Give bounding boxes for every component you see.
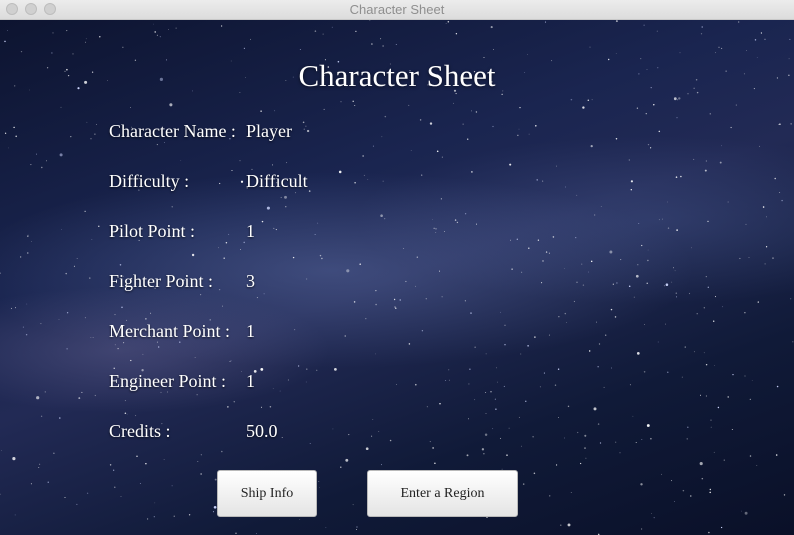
page-title: Character Sheet xyxy=(298,58,496,93)
character-name-value: Player xyxy=(246,121,292,141)
credits-label: Credits : xyxy=(109,421,171,441)
enter-region-button[interactable]: Enter a Region xyxy=(367,470,518,517)
fighter-point-value: 3 xyxy=(246,271,255,291)
merchant-point-value: 1 xyxy=(246,321,255,341)
character-name-label: Character Name : xyxy=(109,121,236,141)
difficulty-label: Difficulty : xyxy=(109,171,190,191)
merchant-point-label: Merchant Point : xyxy=(109,321,230,341)
window-title: Character Sheet xyxy=(349,2,445,17)
pilot-point-value: 1 xyxy=(246,221,255,241)
engineer-point-value: 1 xyxy=(246,371,255,391)
pilot-point-label: Pilot Point : xyxy=(109,221,196,241)
credits-value: 50.0 xyxy=(246,421,278,441)
fighter-point-label: Fighter Point : xyxy=(109,271,214,291)
ship-info-button[interactable]: Ship Info xyxy=(217,470,317,517)
starfield-background: Character Sheet Character Name : Player … xyxy=(0,20,794,535)
title-bar: Character Sheet xyxy=(0,0,794,20)
difficulty-value: Difficult xyxy=(246,171,308,191)
app-window: Character Sheet Character Sheet Characte… xyxy=(0,0,794,535)
engineer-point-label: Engineer Point : xyxy=(109,371,226,391)
